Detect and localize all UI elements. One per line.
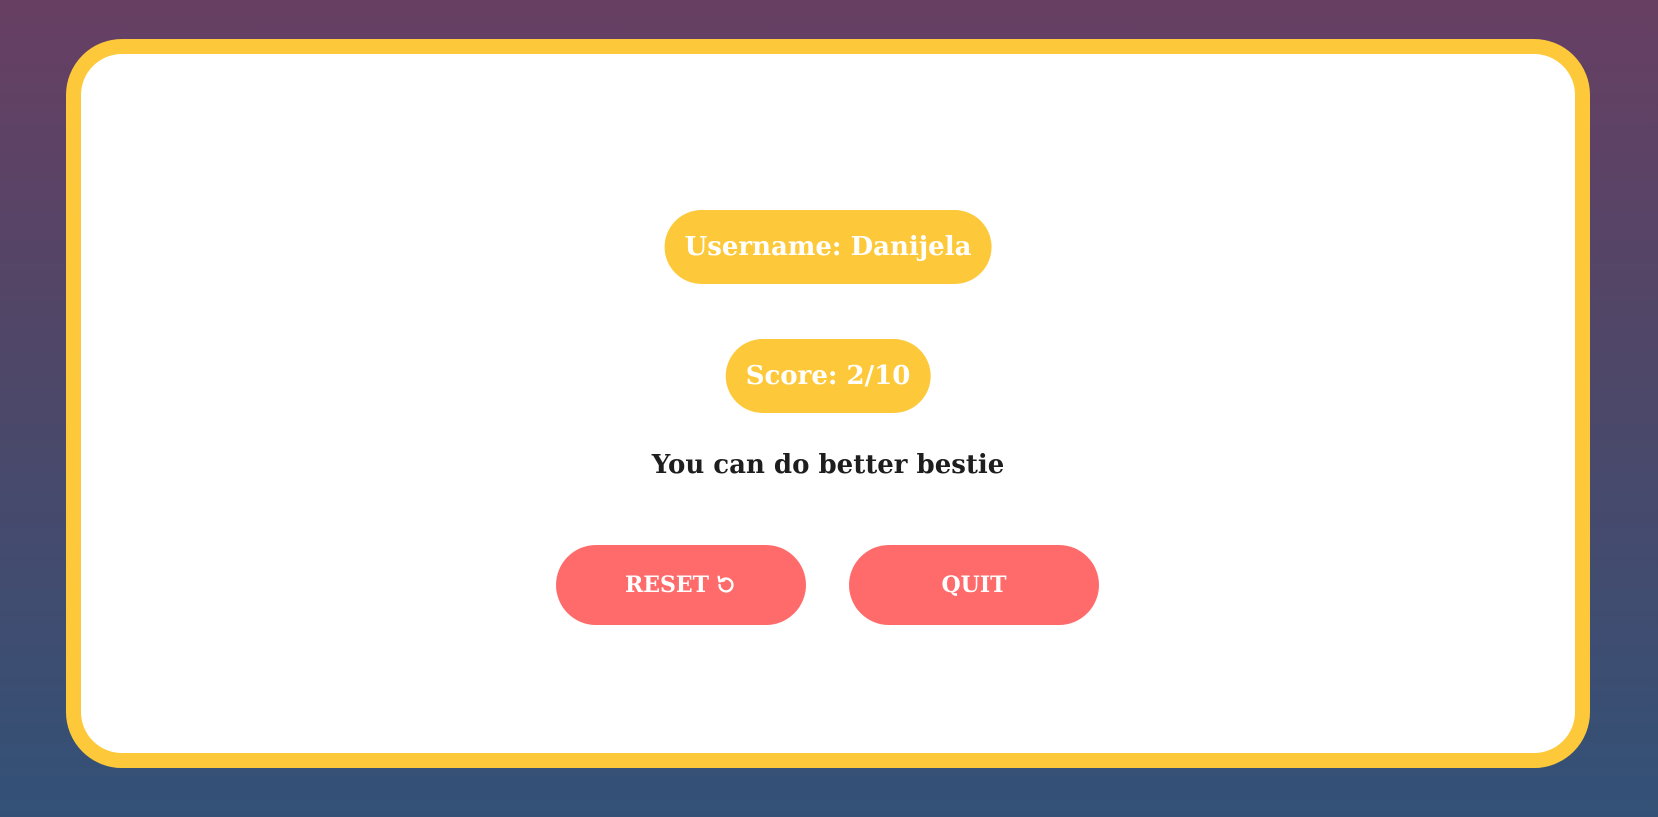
quit-button-label: QUIT bbox=[941, 572, 1007, 598]
username-text: Username: Danijela bbox=[684, 232, 972, 262]
quit-button[interactable]: QUIT bbox=[849, 545, 1099, 625]
reset-button[interactable]: RESET bbox=[556, 545, 806, 625]
reset-icon bbox=[715, 574, 737, 596]
score-badge: Score: 2/10 bbox=[725, 339, 931, 413]
reset-button-label: RESET bbox=[624, 572, 710, 598]
username-badge: Username: Danijela bbox=[664, 210, 992, 284]
result-card: Username: Danijela Score: 2/10 You can d… bbox=[66, 39, 1590, 768]
score-text: Score: 2/10 bbox=[745, 361, 911, 391]
result-message: You can do better bestie bbox=[651, 450, 1005, 480]
